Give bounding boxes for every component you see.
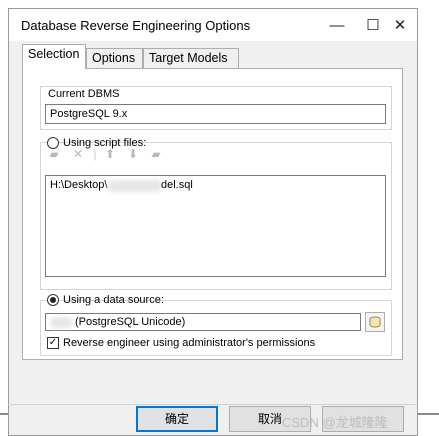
title-bar[interactable]: Database Reverse Engineering Options — ☐…	[9, 9, 417, 41]
ok-button[interactable]: 确定	[136, 406, 218, 432]
move-down-icon[interactable]: ⬇	[126, 147, 140, 161]
script-file-path-suffix: del.sql	[161, 179, 193, 191]
divider	[0, 413, 8, 415]
current-dbms-field[interactable]: PostgreSQL 9.x	[45, 104, 386, 124]
tab-options[interactable]: Options	[86, 48, 143, 68]
data-source-field[interactable]: (PostgreSQL Unicode)	[45, 313, 361, 331]
database-icon	[369, 316, 381, 328]
divider	[8, 404, 418, 405]
script-file-path-prefix: H:\Desktop\	[50, 179, 108, 191]
redacted-region	[50, 317, 72, 328]
tab-target-models[interactable]: Target Models	[143, 48, 239, 68]
window-title: Database Reverse Engineering Options	[21, 18, 251, 33]
toolbar-separator: |	[93, 147, 97, 161]
add-folder-icon[interactable]: ▰	[149, 147, 163, 161]
move-up-icon[interactable]: ⬆	[103, 147, 117, 161]
list-item[interactable]: H:\Desktop\ del.sql	[50, 179, 381, 193]
close-button[interactable]: ✕	[382, 13, 418, 37]
divider	[418, 413, 439, 415]
admin-permissions-checkbox[interactable]: ✓	[47, 337, 59, 349]
minimize-button[interactable]: —	[319, 13, 355, 37]
add-file-icon[interactable]: ▰	[47, 147, 61, 161]
data-source-label: Using a data source:	[63, 294, 164, 306]
script-files-list[interactable]: H:\Desktop\ del.sql	[45, 175, 386, 277]
current-dbms-label: Current DBMS	[48, 88, 120, 100]
admin-permissions-label: Reverse engineer using administrator's p…	[63, 337, 316, 349]
browse-data-source-button[interactable]	[365, 312, 385, 332]
tab-selection[interactable]: Selection	[22, 44, 86, 69]
data-source-value: (PostgreSQL Unicode)	[75, 316, 186, 328]
delete-icon[interactable]: ✕	[71, 147, 85, 161]
data-source-radio[interactable]	[47, 294, 59, 306]
watermark-text: CSDN @龙城隆隆	[282, 415, 388, 430]
redacted-region	[108, 180, 162, 192]
